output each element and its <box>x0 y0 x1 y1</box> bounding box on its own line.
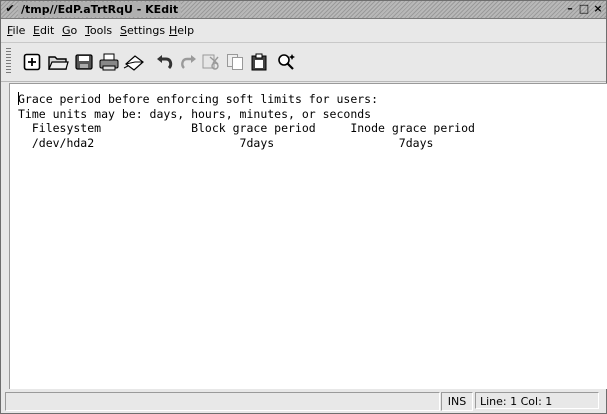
print-icon[interactable] <box>98 51 120 73</box>
document-line: Filesystem Block grace period Inode grac… <box>18 121 475 135</box>
cut-icon[interactable] <box>200 51 222 73</box>
new-document-icon[interactable] <box>21 51 43 73</box>
undo-icon[interactable] <box>154 51 176 73</box>
insert-mode-indicator: INS <box>441 392 473 411</box>
document-line: Time units may be: days, hours, minutes,… <box>18 106 372 121</box>
copy-icon[interactable] <box>224 51 246 73</box>
cursor-position-indicator: Line: 1 Col: 1 <box>475 392 599 409</box>
menu-help[interactable]: Help <box>169 24 194 37</box>
menu-edit[interactable]: Edit <box>33 24 54 37</box>
maximize-icon[interactable]: □ <box>578 3 590 15</box>
window-title: /tmp//EdP.aTrtRqU - KEdit <box>18 2 182 17</box>
find-icon[interactable] <box>275 51 297 73</box>
text-editor-area[interactable]: Grace period before enforcing soft limit… <box>9 83 607 389</box>
menu-go[interactable]: Go <box>62 24 77 37</box>
open-folder-icon[interactable] <box>47 51 69 73</box>
status-message <box>5 392 440 411</box>
menu-tools[interactable]: Tools <box>85 24 112 37</box>
toolbar-grip-handle[interactable] <box>6 48 11 75</box>
mail-icon[interactable] <box>123 51 145 73</box>
menu-file[interactable]: File <box>7 24 25 37</box>
title-bar[interactable]: ✔ /tmp//EdP.aTrtRqU - KEdit – □ × <box>1 1 606 19</box>
close-icon[interactable]: × <box>592 3 604 15</box>
menu-settings[interactable]: Settings <box>120 24 165 37</box>
menu-bar: File Edit Go Tools Settings Help <box>1 19 606 43</box>
window-menu-icon[interactable]: ✔ <box>3 2 17 16</box>
save-icon[interactable] <box>73 51 95 73</box>
document-line: /dev/hda2 7days 7days <box>18 135 434 150</box>
toolbar <box>1 43 606 82</box>
kedit-window: ✔ /tmp//EdP.aTrtRqU - KEdit – □ × File E… <box>0 0 607 414</box>
paste-icon[interactable] <box>248 51 270 73</box>
status-bar: INS Line: 1 Col: 1 <box>1 390 606 413</box>
redo-icon[interactable] <box>177 51 199 73</box>
document-line: Grace period before enforcing soft limit… <box>18 92 379 106</box>
minimize-icon[interactable]: – <box>564 3 576 15</box>
document-text[interactable]: Grace period before enforcing soft limit… <box>18 92 475 150</box>
